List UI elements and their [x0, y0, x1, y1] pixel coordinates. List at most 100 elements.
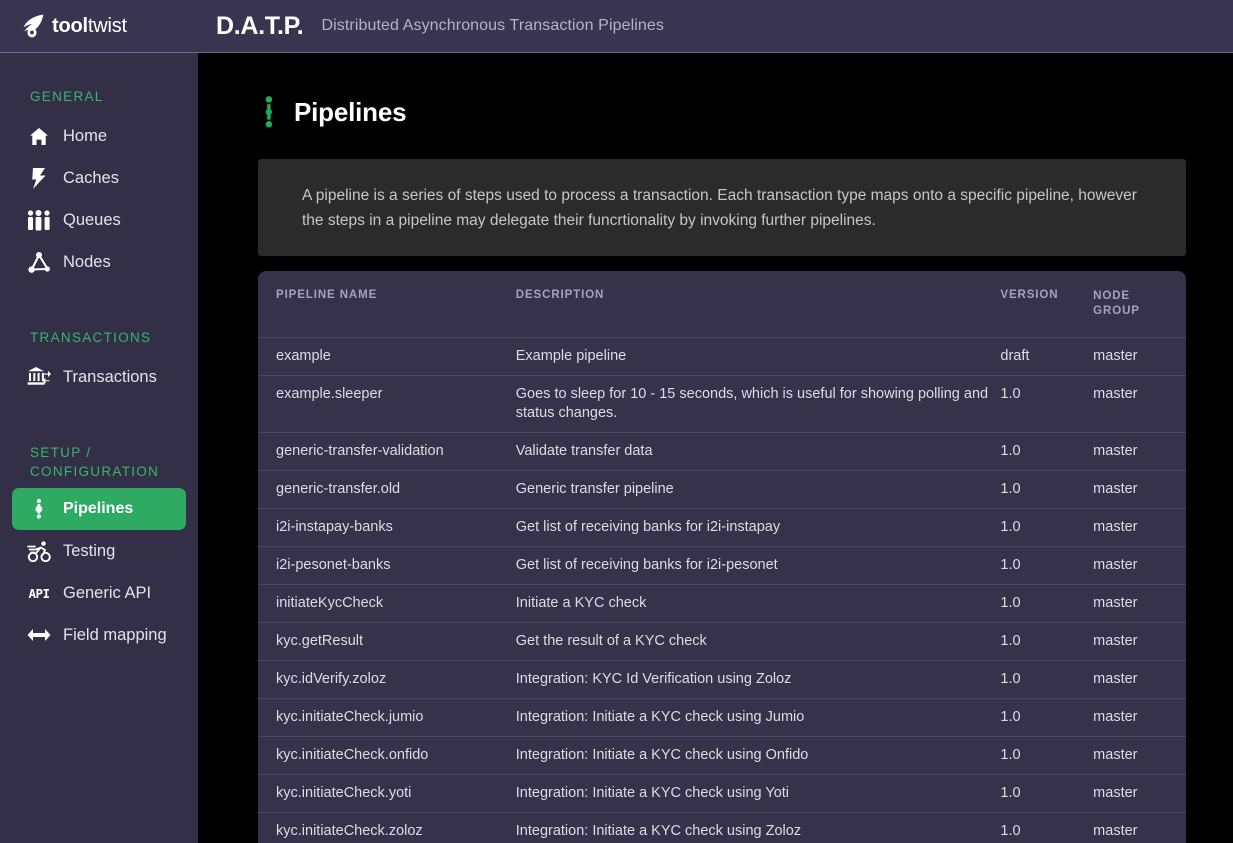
cell-node-group: master [1093, 337, 1186, 376]
sidebar-item-queues[interactable]: Queues [12, 199, 186, 241]
table-row[interactable]: kyc.idVerify.zoloz Integration: KYC Id Ve… [258, 660, 1186, 699]
cell-description: Get the result of a KYC check [515, 622, 1001, 661]
sidebar-item-generic-api[interactable]: API Generic API [12, 572, 186, 614]
sidebar-item-home[interactable]: Home [12, 115, 186, 157]
people-queue-icon [26, 208, 52, 232]
cell-pipeline-name: example [258, 337, 516, 376]
sidebar-section-setup-line1: SETUP / [30, 445, 92, 460]
table-row[interactable]: kyc.getResult Get the result of a KYC che… [258, 622, 1186, 661]
left-right-arrow-icon [26, 623, 52, 647]
page-title-row: Pipelines [258, 95, 1233, 129]
bank-transfer-icon [26, 365, 52, 389]
table-body: example Example pipeline draft master exampl… [258, 337, 1186, 843]
cell-version: 1.0 [1000, 508, 1094, 547]
sidebar-item-label: Field mapping [63, 625, 167, 644]
cell-pipeline-name: kyc.initiateCheck.jumio [258, 698, 516, 737]
table-header: PIPELINE NAME DESCRIPTION VERSION NODE G… [258, 271, 1186, 338]
flame-swirl-icon [23, 14, 44, 38]
table-row[interactable]: i2i-pesonet-banks Get list of receiving b… [258, 546, 1186, 585]
cell-node-group: master [1093, 660, 1186, 699]
cell-pipeline-name: kyc.initiateCheck.onfido [258, 736, 516, 775]
cell-node-group: master [1093, 584, 1186, 623]
table-row[interactable]: kyc.initiateCheck.yoti Integration: Initi… [258, 774, 1186, 813]
sidebar-section-transactions: TRANSACTIONS [30, 330, 152, 345]
brand-light: twist [87, 14, 127, 37]
pipelines-table-card: PIPELINE NAME DESCRIPTION VERSION NODE G… [258, 271, 1186, 843]
cell-node-group: master [1093, 508, 1186, 547]
cell-node-group: master [1093, 470, 1186, 509]
cell-node-group: master [1093, 432, 1186, 471]
column-header-pipeline-name[interactable]: PIPELINE NAME [258, 271, 516, 338]
cell-version: 1.0 [1000, 698, 1094, 737]
table-row[interactable]: initiateKycCheck Initiate a KYC check 1.0 m… [258, 584, 1186, 623]
table-row[interactable]: kyc.initiateCheck.zoloz Integration: Init… [258, 812, 1186, 843]
sidebar-item-nodes[interactable]: Nodes [12, 241, 186, 283]
cell-version: 1.0 [1000, 546, 1094, 585]
sidebar-item-label: Home [63, 126, 108, 145]
cell-description: Integration: KYC Id Verification using Z… [515, 660, 1001, 699]
sidebar-item-transactions[interactable]: Transactions [12, 356, 186, 398]
cell-pipeline-name: kyc.initiateCheck.zoloz [258, 812, 516, 843]
cyclist-icon [26, 539, 52, 563]
table-row[interactable]: example Example pipeline draft master [258, 337, 1186, 376]
cell-version: 1.0 [1000, 812, 1094, 843]
sidebar-item-label: Queues [63, 210, 121, 229]
cell-node-group: master [1093, 698, 1186, 737]
cell-description: Get list of receiving banks for i2i-peso… [515, 546, 1001, 585]
pipeline-icon [264, 95, 274, 129]
cell-pipeline-name: example.sleeper [258, 375, 516, 433]
table-row[interactable]: kyc.initiateCheck.jumio Integration: Init… [258, 698, 1186, 737]
cell-node-group: master [1093, 546, 1186, 585]
cell-version: 1.0 [1000, 375, 1094, 433]
pipelines-table: PIPELINE NAME DESCRIPTION VERSION NODE G… [258, 271, 1186, 843]
cell-description: Integration: Initiate a KYC check using … [515, 736, 1001, 775]
cell-description: Goes to sleep for 10 - 15 seconds, which… [515, 375, 1001, 433]
sidebar-item-field-mapping[interactable]: Field mapping [12, 614, 186, 656]
sidebar-item-testing[interactable]: Testing [12, 530, 186, 572]
cell-description: Integration: Initiate a KYC check using … [515, 812, 1001, 843]
home-icon [26, 124, 52, 148]
sidebar-item-label: Pipelines [63, 500, 134, 517]
cell-version: draft [1000, 337, 1094, 376]
lightning-bolt-icon [26, 166, 52, 190]
cell-pipeline-name: kyc.idVerify.zoloz [258, 660, 516, 699]
cell-description: Get list of receiving banks for i2i-inst… [515, 508, 1001, 547]
cell-node-group: master [1093, 622, 1186, 661]
sidebar-item-label: Testing [63, 541, 116, 560]
cell-node-group: master [1093, 812, 1186, 843]
table-row[interactable]: i2i-instapay-banks Get list of receiving … [258, 508, 1186, 547]
table-row[interactable]: example.sleeper Goes to sleep for 10 - 15… [258, 375, 1186, 433]
column-header-node-group-line2: GROUP [1093, 305, 1140, 317]
sidebar-item-label: Transactions [63, 367, 157, 386]
intro-text: A pipeline is a series of steps used to … [302, 187, 1137, 229]
cell-version: 1.0 [1000, 470, 1094, 509]
column-header-description[interactable]: DESCRIPTION [515, 271, 1001, 338]
cell-pipeline-name: generic-transfer.old [258, 470, 516, 509]
pipeline-icon [26, 497, 52, 521]
cell-node-group: master [1093, 736, 1186, 775]
page-title: Pipelines [294, 96, 407, 127]
cell-version: 1.0 [1000, 432, 1094, 471]
cell-pipeline-name: initiateKycCheck [258, 584, 516, 623]
node-graph-icon [26, 250, 52, 274]
api-icon: API [28, 585, 50, 601]
sidebar-item-label: Nodes [63, 252, 111, 271]
table-row[interactable]: kyc.initiateCheck.onfido Integration: Ini… [258, 736, 1186, 775]
column-header-node-group[interactable]: NODE GROUP [1093, 271, 1186, 338]
table-row[interactable]: generic-transfer-validation Validate tran… [258, 432, 1186, 471]
sidebar-item-pipelines[interactable]: Pipelines [12, 488, 186, 530]
sidebar-section-setup-line2: CONFIGURATION [30, 464, 160, 479]
table-row[interactable]: generic-transfer.old Generic transfer pip… [258, 470, 1186, 509]
app-root: tooltwist D.A.T.P. Distributed Asynchron… [0, 0, 1233, 843]
cell-pipeline-name: i2i-pesonet-banks [258, 546, 516, 585]
cell-description: Integration: Initiate a KYC check using … [515, 774, 1001, 813]
cell-description: Validate transfer data [515, 432, 1001, 471]
sidebar-item-caches[interactable]: Caches [12, 157, 186, 199]
main-content: Pipelines A pipeline is a series of step… [198, 53, 1233, 843]
cell-pipeline-name: kyc.initiateCheck.yoti [258, 774, 516, 813]
column-header-version[interactable]: VERSION [1000, 271, 1094, 338]
sidebar-section-setup: SETUP / CONFIGURATION [0, 443, 198, 481]
brand-logo[interactable]: tooltwist [0, 13, 198, 39]
cell-version: 1.0 [1000, 622, 1094, 661]
cell-version: 1.0 [1000, 774, 1094, 813]
